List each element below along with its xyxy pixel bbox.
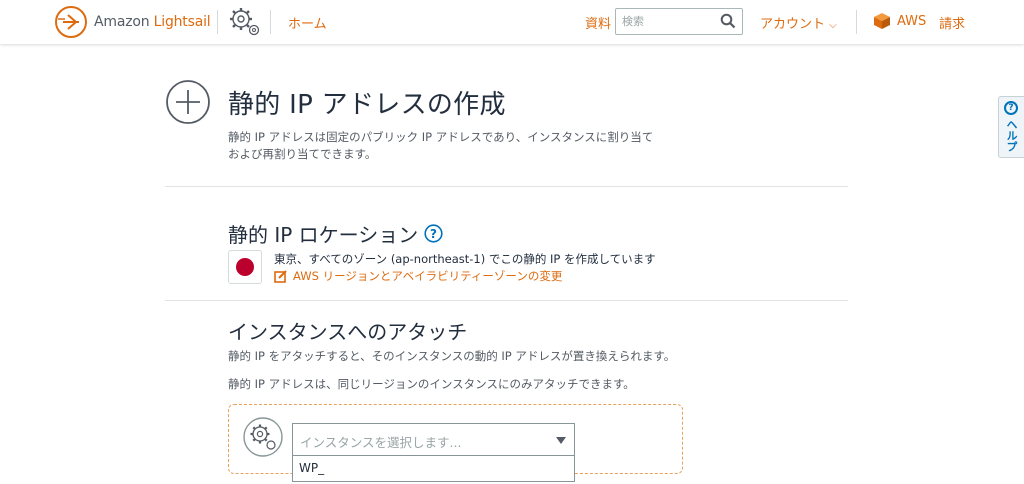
- edit-icon: [274, 269, 287, 283]
- help-label: ヘルプ: [1005, 119, 1018, 152]
- attach-title: インスタンスへのアタッチ: [228, 320, 468, 344]
- instance-dropdown: WP_: [292, 456, 575, 482]
- japan-flag-icon: [228, 250, 262, 284]
- instance-gear-icon: [243, 417, 283, 457]
- instance-select-placeholder: インスタンスを選択します...: [300, 435, 462, 450]
- home-link[interactable]: ホーム: [288, 13, 327, 32]
- lightsail-logo[interactable]: Amazon Lightsail: [54, 6, 211, 38]
- change-region-link[interactable]: AWS リージョンとアベイラビリティーゾーンの変更: [274, 268, 562, 284]
- instance-select[interactable]: インスタンスを選択します...: [292, 423, 575, 456]
- question-icon: ?: [1004, 101, 1018, 115]
- section-divider: [165, 300, 848, 301]
- search-icon[interactable]: [720, 13, 736, 29]
- location-text: 東京、すべてのゾーン (ap-northeast-1) でこの静的 IP を作成…: [274, 252, 656, 266]
- lightsail-logo-icon: [55, 6, 87, 38]
- nav-divider: [270, 10, 271, 34]
- instance-option[interactable]: WP_: [299, 461, 324, 475]
- page-title: 静的 IP アドレスの作成: [228, 90, 506, 120]
- docs-link[interactable]: 資料: [585, 13, 611, 32]
- nav-divider: [217, 10, 218, 34]
- attach-description: 静的 IP をアタッチすると、そのインスタンスの動的 IP アドレスが置き換えら…: [228, 349, 676, 363]
- change-region-label: AWS リージョンとアベイラビリティーゾーンの変更: [293, 269, 563, 283]
- account-menu[interactable]: アカウント ⌵: [760, 13, 837, 32]
- info-icon[interactable]: ?: [424, 224, 443, 243]
- aws-console-link[interactable]: AWS: [873, 12, 926, 30]
- caret-down-icon: [556, 437, 566, 444]
- account-label: アカウント: [760, 17, 826, 32]
- top-nav: Amazon Lightsail ホーム 資料 アカウント ⌵ AWS 請求: [0, 0, 1024, 44]
- section-divider: [165, 186, 848, 187]
- search-box: [615, 8, 743, 35]
- aws-label: AWS: [897, 13, 927, 29]
- billing-link[interactable]: 請求: [939, 13, 965, 32]
- gear-icon[interactable]: [227, 5, 263, 39]
- help-tab[interactable]: ? ヘルプ: [998, 96, 1024, 158]
- location-title-text: 静的 IP ロケーション: [228, 223, 419, 247]
- svg-text:?: ?: [430, 227, 437, 241]
- page-description: 静的 IP アドレスは固定のパブリック IP アドレスであり、インスタンスに割り…: [228, 130, 654, 161]
- location-title: 静的 IP ロケーション ?: [228, 219, 443, 248]
- brand-text: Amazon Lightsail: [94, 14, 211, 30]
- aws-cube-icon: [874, 13, 890, 29]
- nav-divider: [856, 10, 857, 34]
- search-input[interactable]: [616, 9, 716, 34]
- chevron-down-icon: ⌵: [829, 20, 837, 31]
- attach-note: 静的 IP アドレスは、同じリージョンのインスタンスにのみアタッチできます。: [228, 377, 635, 391]
- plus-circle-icon: [166, 80, 210, 124]
